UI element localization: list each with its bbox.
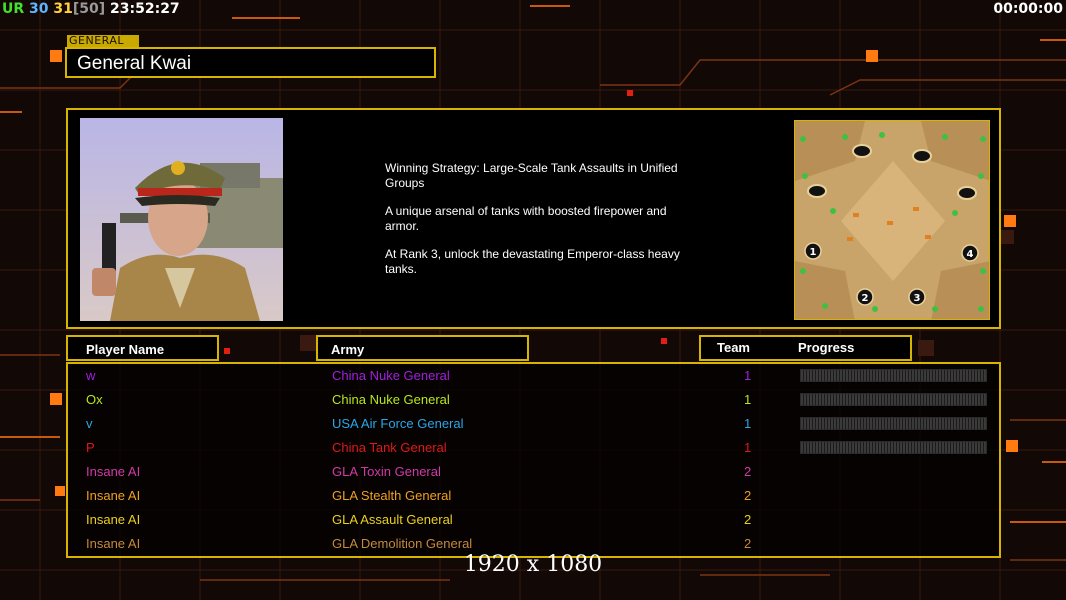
player-team: 2 [744, 488, 752, 503]
player-team: 2 [744, 512, 752, 527]
player-name: Insane AI [86, 536, 141, 551]
player-name: Insane AI [86, 512, 141, 527]
general-name: General Kwai [77, 53, 192, 74]
general-description: Winning Strategy: Large-Scale Tank Assau… [385, 161, 705, 290]
player-name: v [86, 416, 93, 431]
map-preview: 1 2 3 4 [794, 120, 990, 320]
resolution-label: 1920 x 1080 [463, 552, 603, 577]
army-header-label: Army [331, 342, 365, 357]
player-army: China Nuke General [332, 368, 450, 383]
loading-progress-bar [800, 441, 987, 454]
player-team: 2 [744, 536, 752, 551]
description-rank: At Rank 3, unlock the devastating Empero… [385, 247, 680, 276]
start-position-2: 2 [862, 293, 869, 304]
player-army: China Nuke General [332, 392, 450, 407]
game-timer: 00:00:00 [993, 1, 1063, 17]
player-army: GLA Toxin General [332, 464, 441, 479]
player-team: 1 [744, 440, 752, 455]
player-row: P China Tank General 1 [68, 436, 999, 460]
fps-average: 30 [29, 1, 49, 17]
player-name: w [86, 368, 96, 383]
player-row: Insane AI GLA Stealth General 2 [68, 484, 999, 508]
player-row: w China Nuke General 1 [68, 364, 999, 388]
player-row: Insane AI GLA Toxin General 2 [68, 460, 999, 484]
player-name: Ox [86, 392, 103, 407]
team-header-label: Team [717, 340, 750, 355]
player-name: Insane AI [86, 464, 141, 479]
general-name-box: General Kwai [65, 47, 436, 78]
fps-current: 31 [53, 1, 73, 17]
loading-progress-bar [800, 369, 987, 382]
player-army: China Tank General [332, 440, 447, 455]
player-team: 2 [744, 464, 752, 479]
player-row: Ox China Nuke General 1 [68, 388, 999, 412]
start-position-1: 1 [810, 247, 817, 258]
time-of-day: 23:52:27 [110, 1, 180, 17]
army-header: Army [316, 335, 529, 361]
player-team: 1 [744, 416, 752, 431]
player-roster: w China Nuke General 1 Ox China Nuke General… [66, 362, 1001, 558]
player-name: Insane AI [86, 488, 141, 503]
start-position-3: 3 [914, 293, 921, 304]
player-army: GLA Assault General [332, 512, 453, 527]
player-name: P [86, 440, 95, 455]
fps-limit: [50] [72, 1, 106, 17]
loading-progress-bar [800, 417, 987, 430]
player-team: 1 [744, 392, 752, 407]
team-progress-header: Team Progress [699, 335, 912, 361]
player-army: GLA Demolition General [332, 536, 473, 551]
start-position-4: 4 [967, 249, 974, 260]
general-portrait [80, 118, 283, 321]
fps-overlay: UR 30 31[50] 23:52:27 [2, 1, 180, 17]
description-arsenal: A unique arsenal of tanks with boosted f… [385, 204, 667, 233]
player-row: Insane AI GLA Assault General 2 [68, 508, 999, 532]
player-row: v USA Air Force General 1 [68, 412, 999, 436]
description-strategy: Winning Strategy: Large-Scale Tank Assau… [385, 161, 678, 190]
player-army: USA Air Force General [332, 416, 464, 431]
general-tag: GENERAL [67, 35, 139, 47]
player-name-header: Player Name [66, 335, 219, 361]
loading-progress-bar [800, 393, 987, 406]
player-team: 1 [744, 368, 752, 383]
ur-label: UR [2, 1, 25, 17]
player-army: GLA Stealth General [332, 488, 452, 503]
player-name-header-label: Player Name [86, 342, 165, 357]
progress-header-label: Progress [798, 340, 855, 355]
